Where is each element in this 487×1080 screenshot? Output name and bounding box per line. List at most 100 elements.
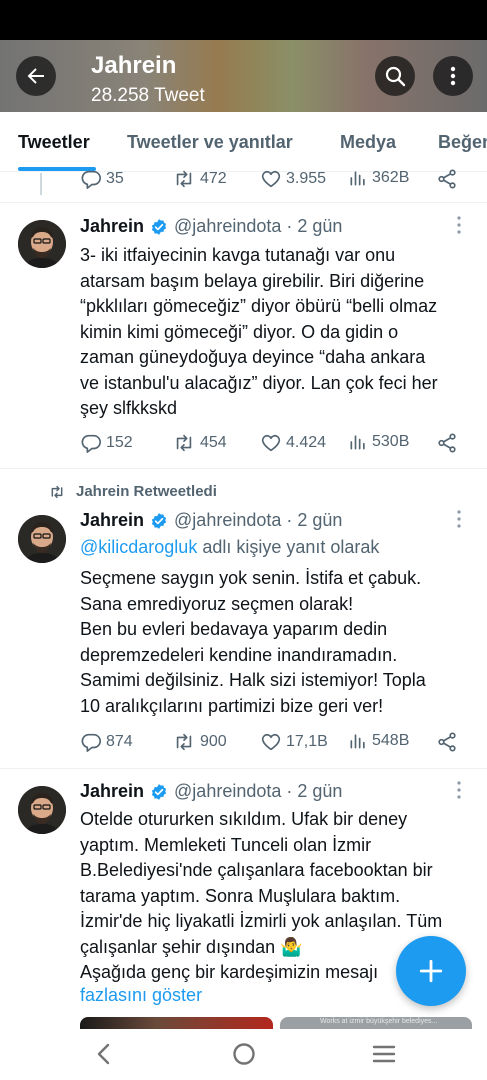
view-count: 362B	[372, 169, 410, 186]
avatar[interactable]	[18, 786, 66, 834]
retweet-icon	[176, 733, 192, 751]
author-handle-time: @jahreindota · 2 gün	[174, 781, 343, 801]
more-vertical-icon	[457, 216, 461, 234]
views-button[interactable]: 362B	[348, 168, 409, 188]
tweet-text: 3- iki itfaiyecinin kavga tutanağı var o…	[80, 245, 438, 418]
views-chart-icon	[350, 734, 365, 749]
share-button[interactable]	[436, 168, 458, 190]
reply-icon	[81, 170, 101, 189]
tweet-text: Seçmene saygın yok senin. İstifa et çabu…	[80, 568, 426, 716]
tweet-more-menu[interactable]	[455, 508, 463, 535]
media-thumbnail[interactable]	[80, 1017, 273, 1029]
nav-home-button[interactable]	[231, 1041, 257, 1072]
view-count: 530B	[372, 433, 410, 450]
profile-header: Jahrein 28.258 Tweet	[0, 40, 487, 112]
views-chart-icon	[350, 171, 365, 186]
nav-recents-button[interactable]	[371, 1041, 397, 1072]
avatar-image	[18, 786, 66, 834]
menu-lines-icon	[372, 1045, 396, 1063]
retweet-icon	[176, 434, 192, 452]
author-name[interactable]: Jahrein	[80, 781, 144, 802]
reply-icon	[81, 733, 101, 752]
tweet-more-menu[interactable]	[455, 214, 463, 241]
tweet-divider	[0, 768, 487, 769]
tweet-divider	[0, 202, 487, 203]
show-more-link[interactable]: fazlasını göster	[80, 985, 202, 1006]
views-button[interactable]: 548B	[348, 731, 409, 751]
like-count: 17,1B	[286, 733, 328, 750]
retweet-count: 900	[200, 733, 227, 750]
share-button[interactable]	[436, 731, 458, 753]
tweet-actions: 152 454 4.424 530B	[80, 432, 470, 456]
avatar-image	[18, 220, 66, 268]
reply-count: 35	[106, 170, 124, 187]
share-icon	[438, 169, 456, 189]
search-button[interactable]	[375, 56, 415, 96]
tweet-more-menu[interactable]	[455, 779, 463, 806]
author-name[interactable]: Jahrein	[80, 216, 144, 237]
tab-media[interactable]: Medya	[340, 132, 396, 153]
profile-tabs: Tweetler Tweetler ve yanıtlar Medya Beğe…	[0, 112, 487, 172]
reply-button[interactable]: 874	[80, 731, 133, 753]
status-bar	[0, 0, 487, 40]
more-vertical-icon	[457, 781, 461, 799]
tab-tweets-and-replies[interactable]: Tweetler ve yanıtlar	[127, 132, 293, 153]
retweet-button[interactable]: 472	[172, 168, 227, 190]
share-icon	[438, 732, 456, 752]
reply-count: 152	[106, 434, 133, 451]
tweet-actions: 874 900 17,1B 548B	[80, 731, 470, 755]
compose-tweet-button[interactable]	[396, 936, 466, 1006]
like-count: 4.424	[286, 434, 327, 451]
more-vertical-icon	[450, 66, 456, 86]
tweet-divider	[0, 468, 487, 469]
reply-icon	[81, 434, 101, 453]
chevron-left-icon	[97, 1043, 110, 1065]
author-handle-time: @jahreindota · 2 gün	[174, 216, 343, 236]
more-vertical-icon	[457, 510, 461, 528]
like-button[interactable]: 4.424	[260, 432, 326, 454]
plus-icon	[419, 959, 443, 983]
retweeted-by-text[interactable]: Jahrein Retweetledi	[76, 483, 217, 500]
tweet-header: Jahrein @jahreindota · 2 gün	[80, 781, 342, 802]
avatar[interactable]	[18, 515, 66, 563]
retweeted-label: Jahrein Retweetledi	[48, 483, 217, 500]
reply-button[interactable]: 152	[80, 432, 133, 454]
tweet-header: Jahrein @jahreindota · 2 gün	[80, 216, 342, 237]
verified-badge-icon	[151, 512, 167, 529]
heart-icon	[261, 170, 281, 188]
nav-back-button[interactable]	[94, 1041, 114, 1072]
reply-mention-link[interactable]: @kilicdarogluk	[80, 537, 197, 557]
retweet-button[interactable]: 454	[172, 432, 227, 454]
verified-badge-icon	[151, 783, 167, 800]
tweet-header: Jahrein @jahreindota · 2 gün	[80, 510, 342, 531]
back-button[interactable]	[16, 56, 56, 96]
like-count: 3.955	[286, 170, 327, 187]
verified-badge-icon	[151, 218, 167, 235]
views-button[interactable]: 530B	[348, 432, 409, 452]
author-name[interactable]: Jahrein	[80, 510, 144, 531]
retweet-icon	[51, 485, 63, 498]
more-options-button[interactable]	[433, 56, 473, 96]
retweet-icon	[176, 170, 192, 188]
reply-count: 874	[106, 733, 133, 750]
share-icon	[438, 433, 456, 453]
reply-context: @kilicdarogluk adlı kişiye yanıt olarak	[80, 537, 379, 558]
media-caption: Works at izmir büyükşehir belediyes...	[320, 1018, 438, 1025]
search-icon	[385, 66, 406, 87]
thread-line	[40, 173, 42, 195]
author-handle-time: @jahreindota · 2 gün	[174, 510, 343, 530]
tab-tweets[interactable]: Tweetler	[18, 132, 90, 153]
share-button[interactable]	[436, 432, 458, 454]
retweet-button[interactable]: 900	[172, 731, 227, 753]
reply-button[interactable]: 35	[80, 168, 124, 190]
tab-likes[interactable]: Beğen	[438, 132, 487, 153]
arrow-left-icon	[27, 68, 44, 84]
like-button[interactable]: 3.955	[260, 168, 326, 190]
avatar[interactable]	[18, 220, 66, 268]
home-circle-icon	[233, 1043, 255, 1065]
retweet-count: 454	[200, 434, 227, 451]
like-button[interactable]: 17,1B	[260, 731, 328, 753]
system-navigation-bar	[0, 1029, 487, 1080]
reply-suffix: adlı kişiye yanıt olarak	[202, 537, 380, 557]
media-thumbnail[interactable]: Works at izmir büyükşehir belediyes...	[280, 1017, 472, 1029]
